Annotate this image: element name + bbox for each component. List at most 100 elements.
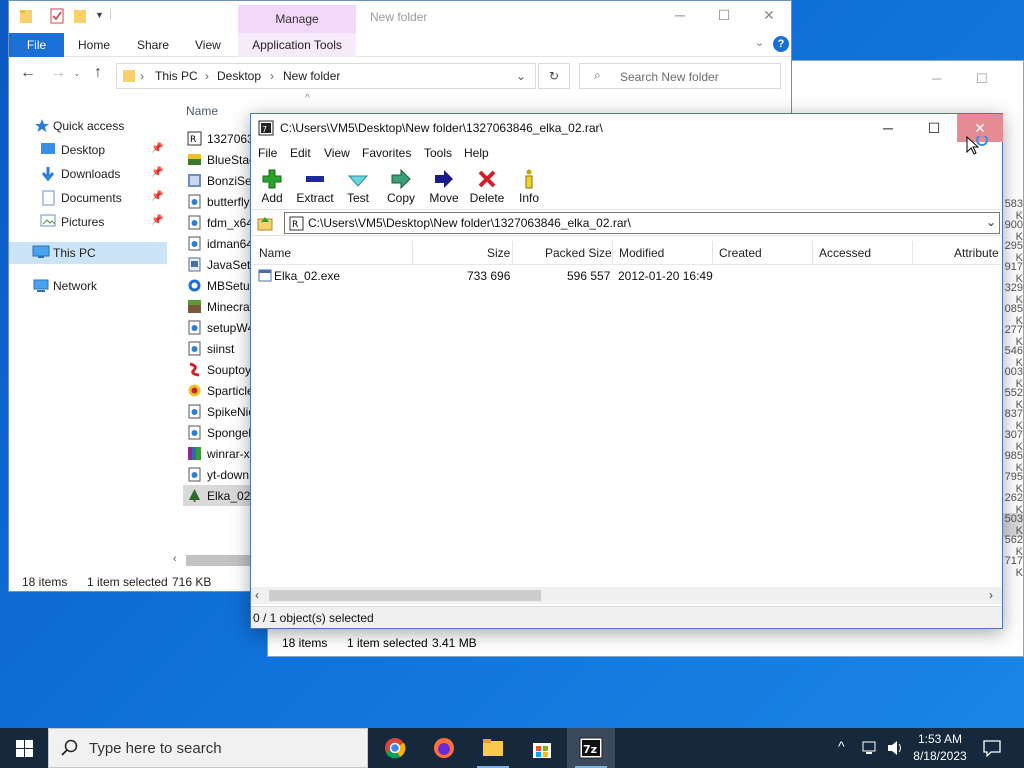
clock[interactable]: 1:53 AM 8/18/2023 bbox=[905, 731, 975, 765]
column-packed-size[interactable]: Packed Size bbox=[545, 246, 612, 260]
refresh-button[interactable]: ↻ bbox=[538, 63, 570, 89]
nav-quick-access[interactable]: Quick access bbox=[9, 115, 167, 137]
delete-x-icon bbox=[478, 170, 496, 188]
status-selected: 1 item selected bbox=[87, 575, 168, 589]
table-row[interactable]: Elka_02.exe 733 696 596 557 2012-01-20 1… bbox=[251, 267, 1002, 285]
minimize-button[interactable]: ─ bbox=[665, 7, 695, 23]
nav-desktop[interactable]: Desktop 📌 bbox=[9, 139, 167, 161]
address-bar[interactable]: › This PC › Desktop › New folder ⌄ bbox=[116, 63, 536, 89]
properties-icon[interactable] bbox=[49, 8, 65, 24]
menu-help[interactable]: Help bbox=[464, 146, 489, 160]
recent-locations-icon[interactable]: ⌄ bbox=[73, 68, 81, 79]
ribbon-tabs: File Home Share View Application Tools ⌄… bbox=[9, 33, 791, 57]
nav-pictures[interactable]: Pictures 📌 bbox=[9, 211, 167, 233]
column-attributes[interactable]: Attribute bbox=[954, 246, 999, 260]
close-button[interactable]: ✕ bbox=[754, 7, 784, 24]
folder-icon[interactable] bbox=[19, 8, 33, 24]
selection-status: 0 / 1 object(s) selected bbox=[253, 611, 374, 625]
add-button[interactable]: Add bbox=[248, 166, 296, 210]
title-bar: 7 C:\Users\VM5\Desktop\New folder\132706… bbox=[251, 114, 1003, 142]
setup-icon bbox=[188, 236, 201, 251]
pin-icon[interactable]: 📌 bbox=[151, 167, 163, 178]
menu-view[interactable]: View bbox=[324, 146, 350, 160]
title-bar: ▼ | Manage New folder ─ ☐ ✕ bbox=[9, 1, 791, 33]
search-icon: ⌕ bbox=[594, 68, 601, 82]
pin-icon[interactable]: 📌 bbox=[151, 215, 163, 226]
breadcrumb-this-pc[interactable]: This PC bbox=[155, 69, 198, 83]
minecraft-icon bbox=[188, 300, 201, 313]
network-icon[interactable] bbox=[862, 740, 880, 756]
nav-documents[interactable]: Documents 📌 bbox=[9, 187, 167, 209]
maximize-button[interactable]: ☐ bbox=[709, 7, 739, 24]
nav-network[interactable]: Network bbox=[9, 275, 167, 297]
pin-icon[interactable]: 📌 bbox=[151, 191, 163, 202]
sevenzip-taskbar-button[interactable]: 7z bbox=[567, 728, 615, 768]
breadcrumb-new-folder[interactable]: New folder bbox=[283, 69, 340, 83]
windows-start-icon[interactable] bbox=[16, 740, 33, 757]
delete-button[interactable]: Delete bbox=[463, 166, 511, 210]
chrome-taskbar-button[interactable] bbox=[371, 728, 419, 768]
path-dropdown-icon[interactable]: ⌄ bbox=[986, 215, 996, 229]
menu-edit[interactable]: Edit bbox=[290, 146, 311, 160]
move-button[interactable]: Move bbox=[420, 166, 468, 210]
rar-icon: R bbox=[187, 131, 202, 146]
scroll-right-icon[interactable]: › bbox=[989, 588, 993, 602]
plus-icon bbox=[262, 169, 282, 189]
info-button[interactable]: Info bbox=[505, 166, 553, 210]
tab-file[interactable]: File bbox=[9, 33, 64, 57]
window-title: C:\Users\VM5\Desktop\New folder\13270638… bbox=[280, 121, 603, 135]
column-created[interactable]: Created bbox=[719, 246, 762, 260]
new-folder-icon[interactable] bbox=[73, 8, 87, 24]
menu-file[interactable]: File bbox=[258, 146, 277, 160]
file-explorer-taskbar-button[interactable] bbox=[469, 728, 517, 768]
tab-manage[interactable]: Manage bbox=[238, 5, 356, 33]
copy-button[interactable]: Copy bbox=[377, 166, 425, 210]
volume-icon[interactable] bbox=[886, 740, 904, 756]
taskbar-search-box[interactable]: Type here to search bbox=[48, 728, 368, 768]
store-taskbar-button[interactable] bbox=[518, 728, 566, 768]
up-arrow-icon[interactable]: ↑ bbox=[94, 64, 102, 82]
minimize-button[interactable]: ─ bbox=[865, 114, 911, 142]
nav-this-pc[interactable]: This PC bbox=[9, 242, 167, 264]
expand-ribbon-icon[interactable]: ⌄ bbox=[755, 36, 764, 49]
forward-arrow-icon[interactable]: → bbox=[50, 64, 66, 82]
pin-icon[interactable]: 📌 bbox=[151, 143, 163, 154]
scroll-thumb[interactable] bbox=[269, 590, 541, 601]
tab-view[interactable]: View bbox=[195, 38, 221, 52]
horizontal-scrollbar[interactable]: ‹ bbox=[169, 553, 259, 569]
column-size[interactable]: Size bbox=[487, 246, 510, 260]
maximize-button[interactable]: ☐ bbox=[911, 114, 957, 142]
back-arrow-icon[interactable]: ← bbox=[20, 64, 36, 82]
firefox-taskbar-button[interactable] bbox=[420, 728, 468, 768]
up-folder-icon[interactable] bbox=[256, 214, 274, 232]
path-input[interactable]: R C:\Users\VM5\Desktop\New folder\132706… bbox=[284, 212, 1000, 234]
status-bar: 18 items 1 item selected 3.41 MB bbox=[268, 630, 1023, 656]
column-name[interactable]: Name bbox=[259, 246, 291, 260]
setup-icon bbox=[188, 215, 201, 230]
address-dropdown-icon[interactable]: ⌄ bbox=[516, 69, 526, 83]
breadcrumb-desktop[interactable]: Desktop bbox=[217, 69, 261, 83]
horizontal-scrollbar[interactable]: ‹ › bbox=[251, 587, 1002, 604]
column-name[interactable]: Name bbox=[186, 104, 218, 118]
setup-icon bbox=[188, 404, 201, 419]
nav-downloads[interactable]: Downloads 📌 bbox=[9, 163, 167, 185]
extract-button[interactable]: Extract bbox=[291, 166, 339, 210]
column-accessed[interactable]: Accessed bbox=[819, 246, 871, 260]
scroll-left-icon[interactable]: ‹ bbox=[255, 588, 259, 602]
tab-application-tools[interactable]: Application Tools bbox=[238, 33, 356, 57]
customize-toolbar-icon[interactable]: ▼ bbox=[95, 10, 104, 20]
show-hidden-icons-icon[interactable]: ^ bbox=[838, 738, 845, 754]
tab-share[interactable]: Share bbox=[137, 38, 169, 52]
minimize-icon[interactable]: ─ bbox=[932, 71, 941, 86]
test-button[interactable]: Test bbox=[334, 166, 382, 210]
notifications-icon[interactable] bbox=[983, 739, 1001, 757]
scroll-thumb[interactable] bbox=[186, 555, 256, 566]
maximize-icon[interactable]: ☐ bbox=[976, 71, 988, 87]
tab-home[interactable]: Home bbox=[78, 38, 110, 52]
help-icon[interactable]: ? bbox=[773, 36, 789, 52]
column-modified[interactable]: Modified bbox=[619, 246, 664, 260]
scroll-left-icon[interactable]: ‹ bbox=[173, 553, 177, 565]
menu-favorites[interactable]: Favorites bbox=[362, 146, 411, 160]
menu-tools[interactable]: Tools bbox=[424, 146, 452, 160]
search-input[interactable]: ⌕ Search New folder bbox=[579, 63, 781, 89]
